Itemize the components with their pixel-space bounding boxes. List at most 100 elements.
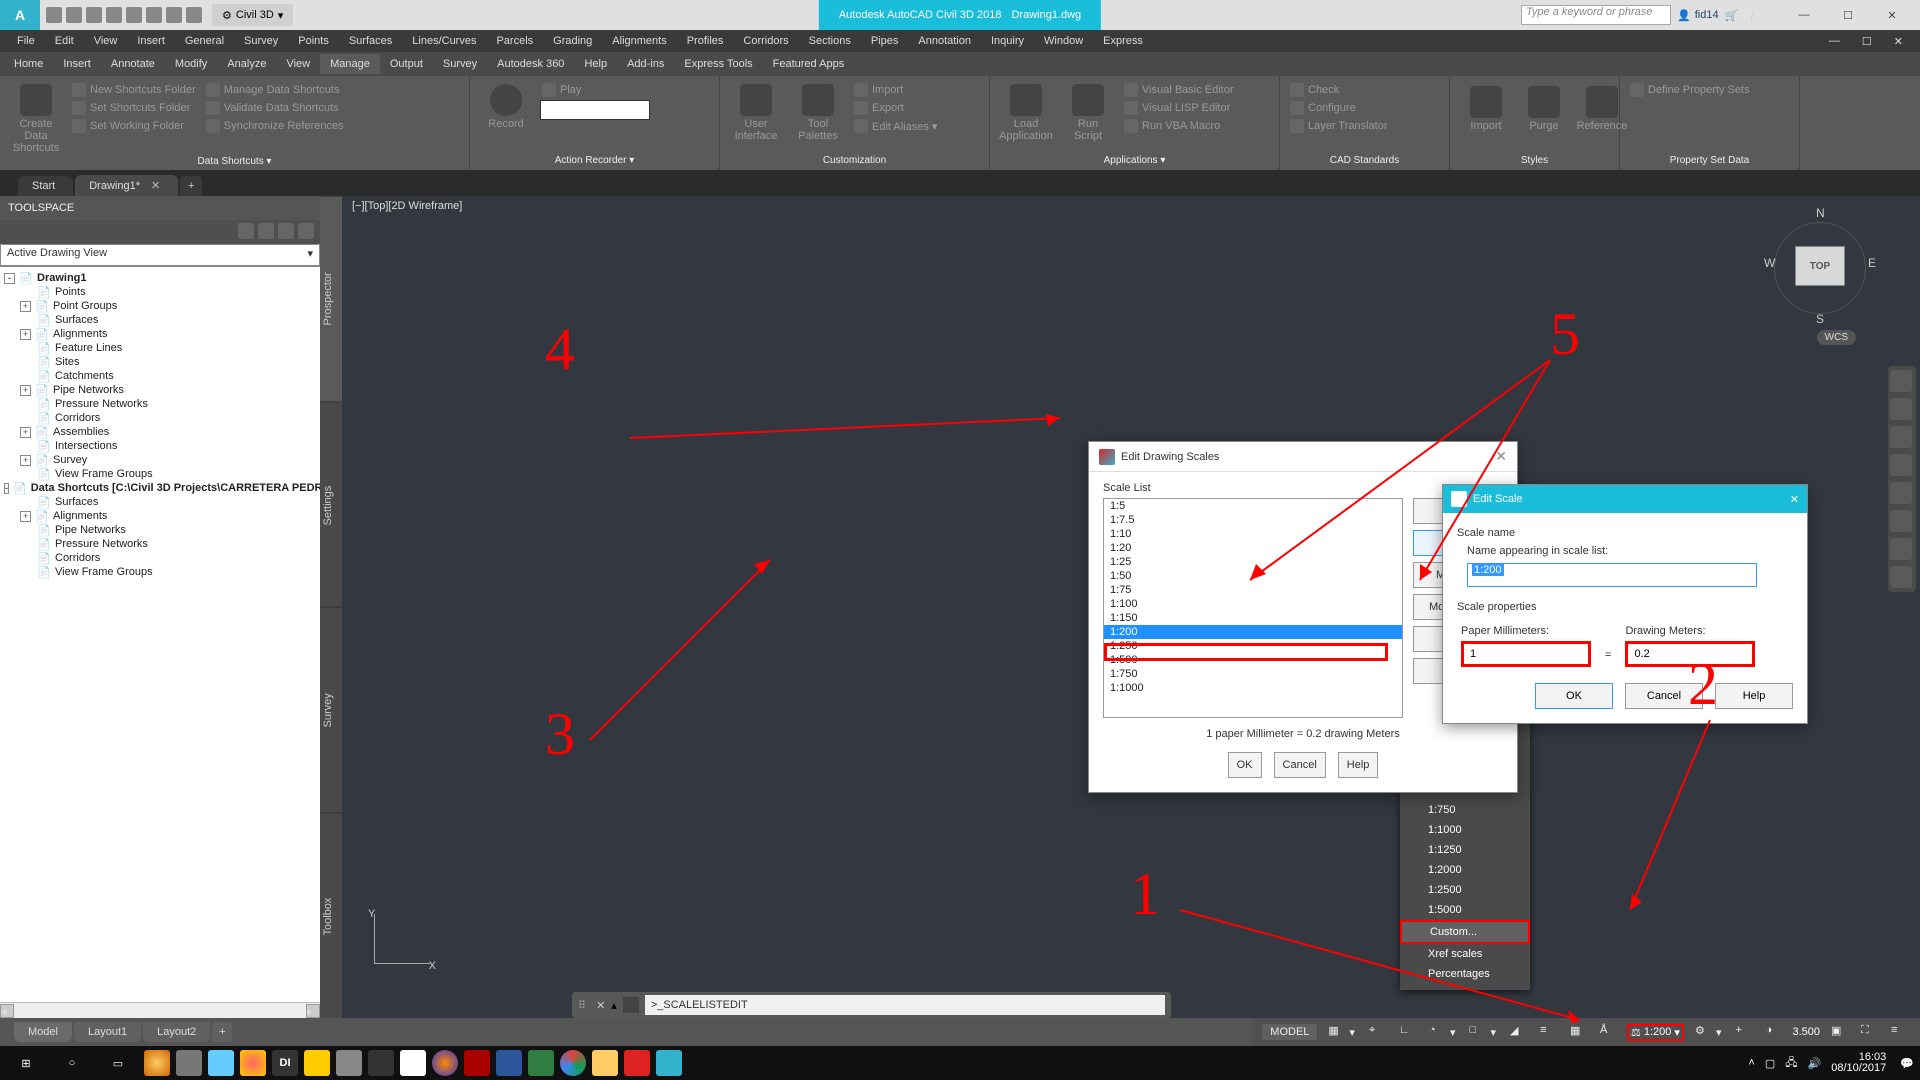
ribbon-tab-manage[interactable]: Manage xyxy=(320,54,380,74)
tree-node[interactable]: +📄Alignments xyxy=(2,327,318,341)
ok-button[interactable]: OK xyxy=(1228,752,1262,778)
panel-title[interactable]: Action Recorder ▾ xyxy=(478,153,711,166)
layout-tab-layout1[interactable]: Layout1 xyxy=(74,1022,141,1042)
transparency-icon[interactable]: ▦ xyxy=(1570,1024,1586,1040)
scale-menu-percentages[interactable]: Percentages xyxy=(1400,964,1530,984)
menu-file[interactable]: File xyxy=(8,33,44,49)
menu-inquiry[interactable]: Inquiry xyxy=(982,33,1033,49)
menu-profiles[interactable]: Profiles xyxy=(678,33,733,49)
tree-node[interactable]: 📄Corridors xyxy=(2,411,318,425)
scale-list-item[interactable]: 1:750 xyxy=(1104,667,1402,681)
close-tab-icon[interactable]: ✕ xyxy=(151,180,160,192)
customize-icon[interactable]: ≡ xyxy=(1891,1024,1907,1040)
action-name-input[interactable] xyxy=(540,100,650,120)
toolspace-tab-toolbox[interactable]: Toolbox xyxy=(320,813,342,1019)
annoscale-icon[interactable]: Å xyxy=(1600,1024,1616,1040)
ribbon-item[interactable]: Set Working Folder xyxy=(70,118,198,134)
project-icon[interactable] xyxy=(528,1050,554,1076)
ribbon-tab-output[interactable]: Output xyxy=(380,54,433,74)
tree-node[interactable]: 📄Points xyxy=(2,285,318,299)
tray-icon[interactable]: ▢ xyxy=(1765,1057,1775,1070)
ribbon-tab-autodesk-360[interactable]: Autodesk 360 xyxy=(487,54,574,74)
tree-node[interactable]: 📄Corridors xyxy=(2,551,318,565)
exchange-icon[interactable]: 🛒 xyxy=(1725,9,1739,22)
layout-tab-layout2[interactable]: Layout2 xyxy=(143,1022,210,1042)
tree-node[interactable]: -📄Drawing1 xyxy=(2,271,318,285)
scale-list-item[interactable]: 1:25 xyxy=(1104,555,1402,569)
tree-node[interactable]: +📄Assemblies xyxy=(2,425,318,439)
viewport-label[interactable]: [−][Top][2D Wireframe] xyxy=(352,200,462,212)
nav-icon[interactable] xyxy=(1890,482,1912,504)
tab-drawing1[interactable]: Drawing1* ✕ xyxy=(75,175,178,196)
app-icon[interactable]: DI xyxy=(272,1050,298,1076)
record-button[interactable]: Record xyxy=(478,80,534,130)
scale-menu-custom-[interactable]: Custom... xyxy=(1400,920,1530,944)
ribbon-item[interactable]: Check xyxy=(1288,82,1389,98)
menu-surfaces[interactable]: Surfaces xyxy=(340,33,401,49)
menu-general[interactable]: General xyxy=(176,33,233,49)
ribbon-item[interactable]: Define Property Sets xyxy=(1628,82,1752,98)
toolspace-toolbar[interactable] xyxy=(0,220,320,244)
scale-menu-xref-scales[interactable]: Xref scales xyxy=(1400,944,1530,964)
tool-palettes-button[interactable]: Tool Palettes xyxy=(790,80,846,142)
app-icon[interactable] xyxy=(144,1050,170,1076)
nav-icon[interactable] xyxy=(1890,510,1912,532)
clean-screen-icon[interactable]: ⛶ xyxy=(1861,1024,1877,1040)
workspace-switcher[interactable]: ⚙ Civil 3D ▾ xyxy=(212,4,293,26)
ribbon-item[interactable]: Run VBA Macro xyxy=(1122,118,1236,134)
ribbon-item[interactable]: Edit Aliases ▾ xyxy=(852,118,939,134)
ribbon-item[interactable]: New Shortcuts Folder xyxy=(70,82,198,98)
help-button[interactable]: Help xyxy=(1338,752,1379,778)
ribbon-item[interactable]: Manage Data Shortcuts xyxy=(204,82,346,98)
play-button[interactable]: Play xyxy=(540,82,650,98)
tree-node[interactable]: +📄Pipe Networks xyxy=(2,383,318,397)
drawing-units-input[interactable] xyxy=(1625,641,1755,667)
clock[interactable]: 16:0308/10/2017 xyxy=(1831,1052,1890,1074)
ribbon-item[interactable]: Import xyxy=(852,82,939,98)
menu-edit[interactable]: Edit xyxy=(46,33,83,49)
explorer-icon[interactable] xyxy=(592,1050,618,1076)
tree-node[interactable]: 📄View Frame Groups xyxy=(2,467,318,481)
tree-node[interactable]: -📄Data Shortcuts [C:\Civil 3D Projects\C… xyxy=(2,481,318,495)
scale-name-input[interactable]: 1:200 xyxy=(1467,563,1757,587)
scale-list-item[interactable]: 1:75 xyxy=(1104,583,1402,597)
notifications-icon[interactable]: 💬 xyxy=(1900,1057,1914,1070)
doc-max-icon[interactable]: ☐ xyxy=(1853,33,1881,50)
osnap-icon[interactable]: □ xyxy=(1469,1024,1485,1040)
ribbon-item[interactable]: Layer Translator xyxy=(1288,118,1389,134)
cortana-button[interactable]: ○ xyxy=(52,1048,92,1078)
drawing-canvas[interactable]: [−][Top][2D Wireframe] NSWE TOP WCS YX ⠿… xyxy=(342,196,1920,1018)
menu-lines/curves[interactable]: Lines/Curves xyxy=(403,33,485,49)
gear-icon[interactable]: ⚙ xyxy=(1695,1024,1711,1040)
ribbon-item[interactable]: Synchronize References xyxy=(204,118,346,134)
menu-window[interactable]: Window xyxy=(1035,33,1092,49)
maximize-button[interactable]: ☐ xyxy=(1828,2,1868,28)
scale-option[interactable]: 1:1000 xyxy=(1400,820,1530,840)
toolspace-tab-settings[interactable]: Settings xyxy=(320,402,342,608)
layout-tab-model[interactable]: Model xyxy=(14,1022,72,1042)
tree-node[interactable]: +📄Point Groups xyxy=(2,299,318,313)
new-tab-button[interactable]: + xyxy=(180,176,202,196)
toolspace-tab-prospector[interactable]: Prospector xyxy=(320,196,342,402)
tree-node[interactable]: 📄Intersections xyxy=(2,439,318,453)
help-search[interactable]: Type a keyword or phrase xyxy=(1521,5,1671,25)
ribbon-tab-home[interactable]: Home xyxy=(4,54,53,74)
scale-option[interactable]: 1:2500 xyxy=(1400,880,1530,900)
ribbon-item[interactable]: Export xyxy=(852,100,939,116)
scale-list-item[interactable]: 1:100 xyxy=(1104,597,1402,611)
annotation-scale[interactable]: ⚖ 1:200 ▾ xyxy=(1627,1024,1684,1041)
scale-list-item[interactable]: 1:200 xyxy=(1104,625,1402,639)
scale-list-item[interactable]: 1:500 xyxy=(1104,653,1402,667)
dialog-close-button[interactable]: ✕ xyxy=(1790,493,1799,506)
signin-user[interactable]: 👤 fid14 xyxy=(1677,9,1719,22)
dialog-close-button[interactable]: ✕ xyxy=(1495,448,1507,465)
doc-close-icon[interactable]: ✕ xyxy=(1885,33,1912,50)
tree-node[interactable]: 📄Feature Lines xyxy=(2,341,318,355)
ribbon-tab-help[interactable]: Help xyxy=(574,54,617,74)
ribbon-item[interactable]: Import xyxy=(1458,82,1514,132)
add-layout-button[interactable]: + xyxy=(212,1022,232,1042)
qat-icon[interactable] xyxy=(186,7,202,23)
tree-node[interactable]: 📄Sites xyxy=(2,355,318,369)
help-button[interactable]: Help xyxy=(1715,683,1793,709)
ribbon-tab-view[interactable]: View xyxy=(276,54,320,74)
